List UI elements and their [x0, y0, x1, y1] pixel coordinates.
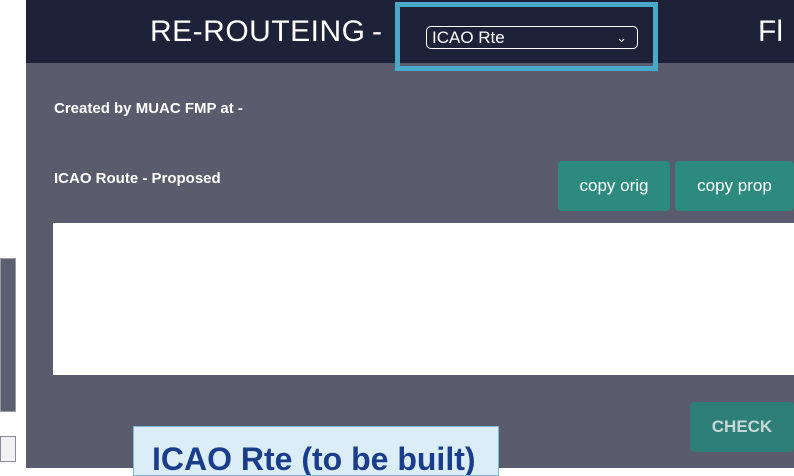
copy-prop-button[interactable]: copy prop: [675, 161, 794, 211]
title-separator: -: [372, 15, 382, 48]
page-title: RE-ROUTEING: [150, 15, 366, 48]
rerouteing-panel: RE-ROUTEING - ICAO Rte ⌄ Fl Created by M…: [26, 0, 794, 468]
background-control-fragment: [0, 436, 16, 462]
header-title-right: Fl: [758, 15, 783, 48]
check-button[interactable]: CHECK: [690, 402, 794, 452]
created-by-text: Created by MUAC FMP at -: [54, 100, 243, 117]
route-type-value: ICAO Rte: [432, 28, 505, 47]
select-highlight: ICAO Rte ⌄: [395, 2, 658, 71]
icao-route-textarea[interactable]: [53, 223, 794, 375]
background-window-fragment: [0, 258, 16, 412]
chevron-down-icon: ⌄: [616, 30, 627, 45]
callout-label: ICAO Rte (to be built): [133, 426, 499, 476]
copy-orig-button[interactable]: copy orig: [558, 161, 670, 211]
icao-route-label: ICAO Route - Proposed: [54, 170, 221, 187]
route-type-select[interactable]: ICAO Rte ⌄: [426, 26, 638, 49]
panel-header: RE-ROUTEING - ICAO Rte ⌄ Fl: [26, 0, 794, 71]
